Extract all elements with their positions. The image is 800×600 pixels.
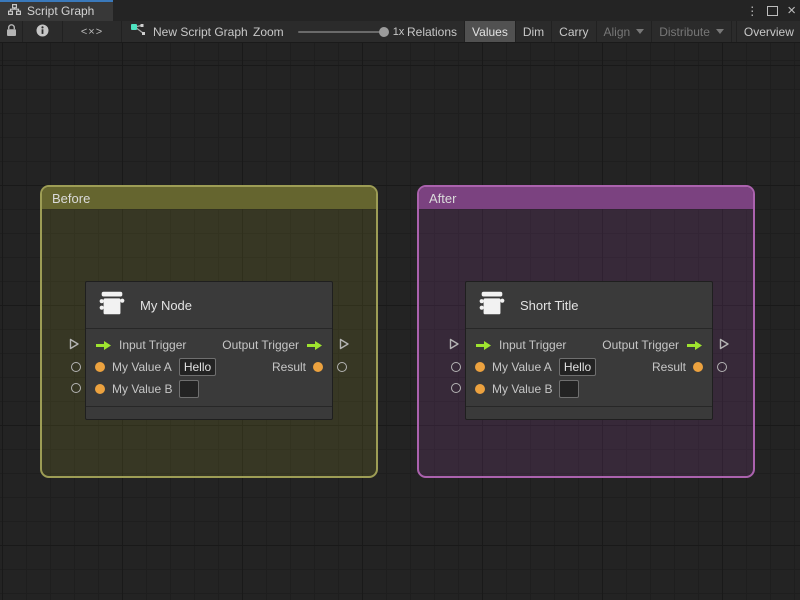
value-a-input[interactable]: Hello bbox=[558, 358, 597, 376]
zoom-control: Zoom 1x bbox=[253, 21, 404, 42]
new-graph-icon bbox=[130, 23, 146, 40]
overview-button[interactable]: Overview bbox=[735, 21, 800, 42]
flow-arrow-icon bbox=[96, 340, 111, 350]
unit-node-icon bbox=[97, 288, 127, 323]
external-value-b-port[interactable] bbox=[71, 383, 81, 393]
info-icon bbox=[36, 24, 49, 40]
flow-arrow-icon bbox=[687, 340, 702, 350]
values-toggle[interactable]: Values bbox=[465, 21, 516, 42]
port-result[interactable]: Result bbox=[272, 360, 323, 374]
port-value-a[interactable]: My Value A Hello bbox=[95, 358, 217, 376]
graph-name-label: New Script Graph bbox=[153, 24, 248, 39]
group-after-header[interactable]: After bbox=[419, 187, 753, 209]
maximize-icon[interactable] bbox=[767, 5, 779, 16]
info-button[interactable] bbox=[23, 21, 63, 42]
port-output-trigger[interactable]: Output Trigger bbox=[222, 338, 323, 352]
external-value-b-port[interactable] bbox=[451, 383, 461, 393]
port-output-trigger[interactable]: Output Trigger bbox=[602, 338, 703, 352]
script-graph-window: Script Graph ⋮ × <×> New Script Graph Zo… bbox=[0, 0, 800, 600]
value-port-icon bbox=[95, 384, 105, 394]
external-input-flow-port[interactable] bbox=[448, 338, 460, 350]
node-header[interactable]: My Node bbox=[86, 282, 332, 329]
value-b-input[interactable] bbox=[559, 380, 580, 398]
graph-title-button[interactable]: New Script Graph bbox=[130, 21, 248, 42]
zoom-slider-knob[interactable] bbox=[378, 26, 389, 37]
external-input-flow-port[interactable] bbox=[68, 338, 80, 350]
carry-toggle[interactable]: Carry bbox=[552, 21, 597, 42]
graph-hierarchy-icon bbox=[8, 2, 22, 20]
group-after-label: After bbox=[429, 190, 457, 206]
lock-button[interactable] bbox=[0, 21, 23, 42]
tab-bar: Script Graph ⋮ × bbox=[0, 0, 800, 21]
node-ports: Input Trigger Output Trigger My Value A … bbox=[86, 329, 332, 407]
align-dropdown[interactable]: Align bbox=[597, 21, 653, 42]
port-input-trigger[interactable]: Input Trigger bbox=[475, 338, 566, 352]
zoom-label: Zoom bbox=[253, 24, 284, 39]
graph-canvas[interactable]: Before After My Node Input Trigger Outpu… bbox=[0, 43, 800, 600]
value-port-icon bbox=[95, 362, 105, 372]
port-input-trigger[interactable]: Input Trigger bbox=[95, 338, 186, 352]
close-icon[interactable]: × bbox=[787, 3, 796, 18]
value-port-icon bbox=[693, 362, 703, 372]
group-before-header[interactable]: Before bbox=[42, 187, 376, 209]
chevron-down-icon bbox=[636, 29, 645, 34]
relations-toggle[interactable]: Relations bbox=[400, 21, 466, 42]
node-footer bbox=[86, 407, 332, 419]
node-short-title[interactable]: Short Title Input Trigger Output Trigger bbox=[449, 281, 729, 420]
value-b-input[interactable] bbox=[179, 380, 200, 398]
external-value-a-port[interactable] bbox=[451, 362, 461, 372]
external-value-a-port[interactable] bbox=[71, 362, 81, 372]
value-a-input[interactable]: Hello bbox=[178, 358, 217, 376]
value-port-icon bbox=[475, 362, 485, 372]
port-value-a[interactable]: My Value A Hello bbox=[475, 358, 597, 376]
external-output-flow-port[interactable] bbox=[718, 338, 730, 350]
node-ports: Input Trigger Output Trigger My Value A … bbox=[466, 329, 712, 407]
group-before-label: Before bbox=[52, 190, 91, 206]
port-result[interactable]: Result bbox=[652, 360, 703, 374]
node-my-node[interactable]: My Node Input Trigger Output Trigger My … bbox=[69, 281, 349, 420]
window-controls: ⋮ × bbox=[746, 0, 796, 21]
tab-script-graph[interactable]: Script Graph bbox=[0, 0, 113, 21]
value-port-icon bbox=[475, 384, 485, 394]
port-value-b[interactable]: My Value B bbox=[475, 380, 580, 398]
chevron-down-icon bbox=[715, 29, 724, 34]
external-result-port[interactable] bbox=[717, 362, 727, 372]
external-output-flow-port[interactable] bbox=[338, 338, 350, 350]
code-icon: <×> bbox=[80, 25, 104, 38]
node-title: My Node bbox=[140, 297, 193, 313]
external-result-port[interactable] bbox=[337, 362, 347, 372]
graph-toolbar: <×> New Script Graph Zoom 1x Relations V… bbox=[0, 21, 800, 43]
port-value-b[interactable]: My Value B bbox=[95, 380, 200, 398]
kebab-menu-icon[interactable]: ⋮ bbox=[746, 5, 758, 17]
flow-arrow-icon bbox=[476, 340, 491, 350]
zoom-slider[interactable] bbox=[297, 26, 389, 37]
distribute-dropdown[interactable]: Distribute bbox=[652, 21, 732, 42]
value-port-icon bbox=[313, 362, 323, 372]
node-footer bbox=[466, 407, 712, 419]
lock-icon bbox=[6, 23, 17, 40]
tab-title: Script Graph bbox=[27, 3, 95, 18]
node-title: Short Title bbox=[520, 297, 579, 313]
unit-node-icon bbox=[477, 288, 507, 323]
preview-code-button[interactable]: <×> bbox=[63, 21, 122, 42]
node-header[interactable]: Short Title bbox=[466, 282, 712, 329]
flow-arrow-icon bbox=[307, 340, 322, 350]
dim-toggle[interactable]: Dim bbox=[516, 21, 553, 42]
